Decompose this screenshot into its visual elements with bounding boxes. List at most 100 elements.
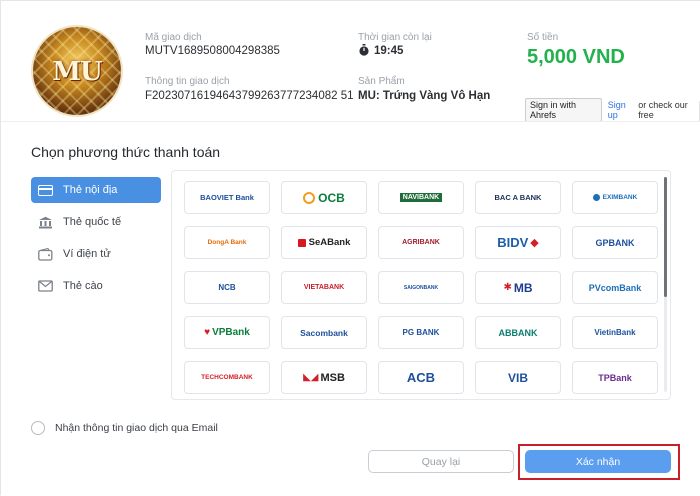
- product-value: MU: Trứng Vàng Vô Hạn: [358, 90, 491, 102]
- bank-label: VPBank: [212, 327, 250, 338]
- bank-ocb[interactable]: OCB: [281, 181, 367, 214]
- seabank-logo-icon: [297, 238, 306, 247]
- bank-label: BAOVIET Bank: [200, 193, 254, 202]
- bank-label: MB: [513, 280, 533, 295]
- bank-acb[interactable]: ACB: [378, 361, 464, 394]
- method-domestic-card[interactable]: Thẻ nội địa: [31, 177, 161, 203]
- method-label: Thẻ quốc tế: [63, 216, 122, 228]
- eximbank-logo-icon: [592, 194, 600, 201]
- bank-msb[interactable]: ◣◢ MSB: [281, 361, 367, 394]
- mb-star-icon: ✱: [503, 282, 512, 293]
- method-e-wallet[interactable]: Ví điện tử: [31, 241, 161, 267]
- time-remaining-label: Thời gian còn lại: [358, 32, 432, 43]
- bank-label: SeABank: [308, 237, 351, 248]
- bank-label: TPBank: [598, 372, 632, 383]
- bank-label: GPBANK: [595, 237, 635, 248]
- wallet-icon: [37, 247, 53, 261]
- scrollbar-thumb[interactable]: [664, 177, 667, 297]
- bank-mb[interactable]: ✱ MB: [475, 271, 561, 304]
- amount-label: Số tiền: [527, 32, 559, 43]
- bank-agribank[interactable]: AGRIBANK: [378, 226, 464, 259]
- bank-vib[interactable]: VIB: [475, 361, 561, 394]
- back-button[interactable]: Quay lại: [368, 450, 514, 473]
- bank-gpbank[interactable]: GPBANK: [572, 226, 658, 259]
- bank-label: SAIGONBANK: [403, 284, 439, 291]
- bank-label: MSB: [320, 371, 345, 384]
- bank-seabank[interactable]: SeABank: [281, 226, 367, 259]
- bank-label: NCB: [218, 283, 236, 292]
- bank-label: VIB: [507, 370, 528, 385]
- bank-label: PG BANK: [402, 328, 440, 337]
- bank-label: EXIMBANK: [602, 194, 638, 201]
- bank-label: OCB: [318, 190, 345, 205]
- vpbank-logo-icon: ♥: [204, 327, 211, 338]
- transaction-info-label: Thông tin giao dịch: [145, 76, 230, 87]
- bank-label: Sacombank: [300, 327, 348, 338]
- bank-saigonbank[interactable]: SAIGONBANK: [378, 271, 464, 304]
- game-logo: MU: [33, 27, 121, 115]
- ahrefs-check-text: or check our free: [638, 100, 688, 120]
- bank-label: BIDV: [497, 235, 529, 250]
- bank-donga[interactable]: DongA Bank: [184, 226, 270, 259]
- bank-label: ACB: [406, 370, 436, 385]
- bank-label: ABBANK: [498, 327, 538, 338]
- bank-techcombank[interactable]: TECHCOMBANK: [184, 361, 270, 394]
- email-receipt-option[interactable]: Nhận thông tin giao dịch qua Email: [31, 421, 218, 435]
- bank-navibank[interactable]: NAVIBANK: [378, 181, 464, 214]
- method-label: Ví điện tử: [63, 248, 111, 260]
- email-radio[interactable]: [31, 421, 45, 435]
- bank-grid: BAOVIET Bank OCB NAVIBANK BAC A BANK EXI…: [184, 181, 658, 394]
- bank-vietinbank[interactable]: VietinBank: [572, 316, 658, 349]
- bank-list: BAOVIET Bank OCB NAVIBANK BAC A BANK EXI…: [171, 170, 671, 400]
- email-receipt-label: Nhận thông tin giao dịch qua Email: [55, 422, 218, 434]
- transaction-id-label: Mã giao dịch: [145, 32, 202, 43]
- bank-sacombank[interactable]: Sacombank: [281, 316, 367, 349]
- bank-building-icon: [37, 215, 53, 229]
- bank-abbank[interactable]: ABBANK: [475, 316, 561, 349]
- bank-pgbank[interactable]: PG BANK: [378, 316, 464, 349]
- card-icon: [37, 183, 53, 197]
- method-scratch-card[interactable]: Thẻ cào: [31, 273, 161, 299]
- bidv-logo-icon: ◆: [530, 237, 539, 249]
- bank-label: AGRIBANK: [402, 239, 440, 246]
- bank-label: NAVIBANK: [399, 193, 443, 202]
- bank-bidv[interactable]: BIDV ◆: [475, 226, 561, 259]
- stopwatch-icon: [359, 44, 369, 56]
- logo-text: MU: [52, 57, 102, 87]
- product-label: Sản Phẩm: [358, 76, 405, 87]
- panel-title: Chọn phương thức thanh toán: [31, 144, 221, 160]
- bank-vpbank[interactable]: ♥ VPBank: [184, 316, 270, 349]
- method-label: Thẻ nội địa: [63, 184, 118, 196]
- bank-label: VIETABANK: [303, 284, 345, 291]
- ocb-logo-icon: [303, 191, 316, 204]
- payment-method-panel: Chọn phương thức thanh toán Thẻ nội địa …: [1, 121, 700, 496]
- ahrefs-signup-link[interactable]: Sign up: [608, 100, 636, 120]
- bank-label: BAC A BANK: [494, 193, 542, 202]
- method-international-card[interactable]: Thẻ quốc tế: [31, 209, 161, 235]
- scratch-card-icon: [37, 279, 53, 293]
- bank-label: DongA Bank: [207, 239, 247, 246]
- bank-ncb[interactable]: NCB: [184, 271, 270, 304]
- ahrefs-toolbar: Sign in with Ahrefs Sign up or check our…: [519, 98, 699, 122]
- bank-baoviet[interactable]: BAOVIET Bank: [184, 181, 270, 214]
- confirm-button[interactable]: Xác nhận: [525, 450, 671, 473]
- bank-label: VietinBank: [594, 328, 636, 337]
- time-remaining-value: 19:45: [374, 45, 404, 57]
- bank-pvcombank[interactable]: PVcomBank: [572, 271, 658, 304]
- payment-method-list: Thẻ nội địa Thẻ quốc tế Ví điện tử Thẻ c…: [31, 177, 161, 305]
- bank-label: PVcomBank: [588, 282, 642, 293]
- bank-bacabank[interactable]: BAC A BANK: [475, 181, 561, 214]
- bank-eximbank[interactable]: EXIMBANK: [572, 181, 658, 214]
- method-label: Thẻ cào: [63, 280, 103, 292]
- msb-logo-icon: ◣◢: [303, 372, 319, 383]
- transaction-header: MU Mã giao dịch MUTV1689508004298385 Thô…: [1, 1, 700, 115]
- bank-list-scrollbar[interactable]: [664, 177, 667, 392]
- bank-vietabank[interactable]: VIETABANK: [281, 271, 367, 304]
- payment-window: MU Mã giao dịch MUTV1689508004298385 Thô…: [0, 0, 700, 496]
- ahrefs-signin-button[interactable]: Sign in with Ahrefs: [525, 98, 602, 122]
- transaction-info-value: F20230716194643799263777234082 51: [145, 90, 354, 102]
- transaction-id-value: MUTV1689508004298385: [145, 45, 280, 57]
- bank-label: TECHCOMBANK: [201, 374, 253, 381]
- bank-tpbank[interactable]: TPBank: [572, 361, 658, 394]
- amount-value: 5,000 VND: [527, 46, 625, 68]
